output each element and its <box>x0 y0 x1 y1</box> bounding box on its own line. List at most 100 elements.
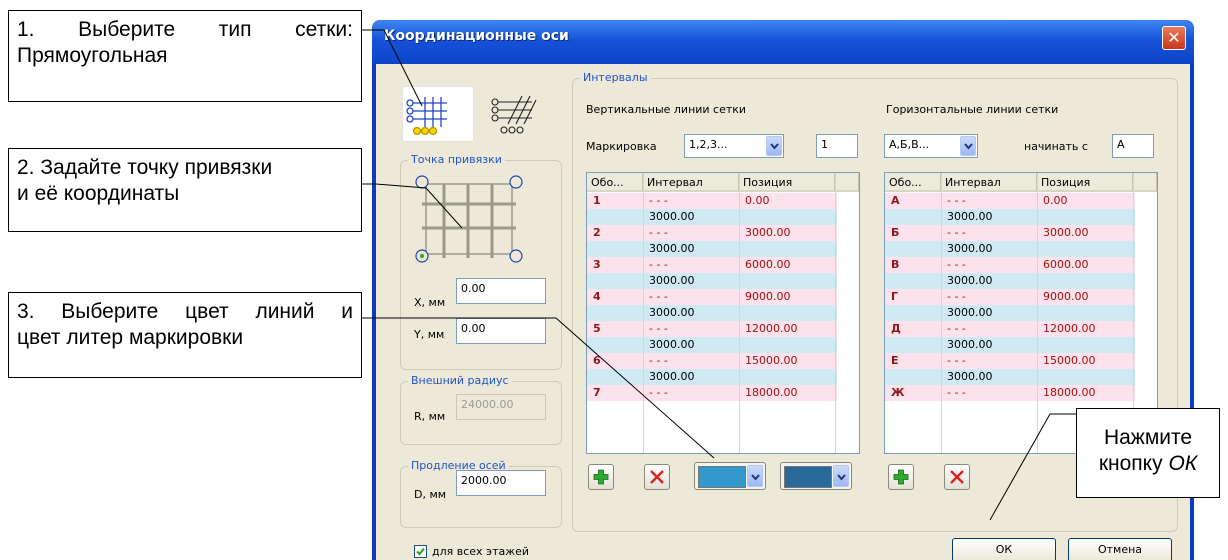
dialog-window: Координационные оси ✕ Точка привязки X, … <box>372 20 1194 560</box>
rectangular-grid-icon <box>406 97 447 136</box>
anchor-picker[interactable] <box>412 174 528 266</box>
horizontal-add-button[interactable] <box>888 464 914 490</box>
col-header-filler <box>1133 173 1157 192</box>
d-field[interactable]: 2000.00 <box>456 470 546 496</box>
row-mark: Д <box>891 322 901 335</box>
vertical-title: Вертикальные линии сетки <box>586 103 747 116</box>
x-label: X, мм <box>414 296 446 309</box>
row-mark: 2 <box>593 226 601 239</box>
table-row[interactable]: 4 - - - 9000.00 <box>587 289 837 305</box>
row-mark: Е <box>891 354 899 367</box>
table-row[interactable]: 7 - - - 18000.00 <box>587 385 837 401</box>
vertical-add-button[interactable] <box>588 464 614 490</box>
line-color-swatch <box>698 466 746 488</box>
table-row-interval[interactable]: 3000.00 <box>587 337 837 353</box>
col-header-position[interactable]: Позиция <box>739 173 835 192</box>
row-position: 15000.00 <box>745 354 798 367</box>
table-row[interactable]: Б - - - 3000.00 <box>885 225 1135 241</box>
horizontal-marking-dropdown[interactable] <box>960 136 976 156</box>
x-field[interactable]: 0.00 <box>456 278 546 304</box>
callout-anchor-line2: и её координаты <box>17 182 180 205</box>
vertical-start-field[interactable]: 1 <box>816 134 858 158</box>
all-floors-checkbox[interactable] <box>414 545 427 558</box>
row-position: 3000.00 <box>1043 226 1089 239</box>
table-row-interval[interactable]: 3000.00 <box>885 273 1135 289</box>
row-interval: - - - <box>947 194 966 207</box>
row-mark: В <box>891 258 900 271</box>
col-header-mark[interactable]: Обо... <box>885 173 941 192</box>
grid-type-rect-option[interactable] <box>402 86 474 142</box>
row-interval: - - - <box>649 290 668 303</box>
table-row-interval[interactable]: 3000.00 <box>587 305 837 321</box>
dialog-client: Точка привязки X, мм 0.00 Y, мм 0.00 Вне… <box>376 64 1190 560</box>
table-row[interactable]: Г - - - 9000.00 <box>885 289 1135 305</box>
table-row[interactable]: 6 - - - 15000.00 <box>587 353 837 369</box>
vertical-marking-dropdown[interactable] <box>766 136 782 156</box>
intervals-legend: Интервалы <box>580 71 651 84</box>
table-row-interval[interactable]: 3000.00 <box>587 369 837 385</box>
table-row-interval[interactable]: 3000.00 <box>885 337 1135 353</box>
table-row-interval[interactable]: 3000.00 <box>885 369 1135 385</box>
close-button[interactable]: ✕ <box>1162 26 1186 50</box>
row-between: 3000.00 <box>947 370 993 383</box>
row-mark: Б <box>891 226 900 239</box>
ok-button[interactable]: ОК <box>952 538 1056 560</box>
column-divider <box>941 173 942 453</box>
col-header-interval[interactable]: Интервал <box>643 173 739 192</box>
table-row-interval[interactable]: 3000.00 <box>885 209 1135 225</box>
table-row-interval[interactable]: 3000.00 <box>885 305 1135 321</box>
line-color-picker[interactable] <box>694 462 766 490</box>
table-row-interval[interactable]: 3000.00 <box>587 241 837 257</box>
horizontal-delete-button[interactable] <box>944 464 970 490</box>
row-mark: Г <box>891 290 899 303</box>
title-bar[interactable]: Координационные оси ✕ <box>372 20 1194 64</box>
r-field: 24000.00 <box>456 394 546 420</box>
table-row-interval[interactable]: 3000.00 <box>885 241 1135 257</box>
plus-icon <box>893 469 909 485</box>
row-between: 3000.00 <box>649 210 695 223</box>
chevron-down-icon <box>964 143 973 150</box>
col-header-mark[interactable]: Обо... <box>587 173 643 192</box>
column-divider <box>643 173 644 453</box>
grid-type-skew-option[interactable] <box>488 88 542 138</box>
table-row[interactable]: 2 - - - 3000.00 <box>587 225 837 241</box>
vertical-delete-button[interactable] <box>644 464 670 490</box>
y-field[interactable]: 0.00 <box>456 318 546 344</box>
row-interval: - - - <box>649 194 668 207</box>
row-position: 9000.00 <box>1043 290 1089 303</box>
horizontal-marking-select[interactable]: А,Б,В... <box>884 134 978 158</box>
cancel-button[interactable]: Отмена <box>1068 538 1172 560</box>
table-row-interval[interactable]: 3000.00 <box>587 273 837 289</box>
anchor-legend: Точка привязки <box>408 153 505 166</box>
table-row[interactable]: 3 - - - 6000.00 <box>587 257 837 273</box>
table-row[interactable]: Д - - - 12000.00 <box>885 321 1135 337</box>
column-divider <box>1037 173 1038 453</box>
line-color-dropdown[interactable] <box>747 465 763 487</box>
table-row[interactable]: 1 - - - 0.00 <box>587 193 837 209</box>
callout-colors: 3. Выберите цвет линий и цвет литер марк… <box>8 292 362 378</box>
row-position: 18000.00 <box>745 386 798 399</box>
checkmark-icon <box>416 547 425 556</box>
table-row[interactable]: А - - - 0.00 <box>885 193 1135 209</box>
table-row[interactable]: 5 - - - 12000.00 <box>587 321 837 337</box>
table-row[interactable]: В - - - 6000.00 <box>885 257 1135 273</box>
col-header-interval[interactable]: Интервал <box>941 173 1037 192</box>
row-position: 18000.00 <box>1043 386 1096 399</box>
vertical-lines-table[interactable]: Обо... Интервал Позиция 1 - - - 0.00 3000.0… <box>586 172 860 454</box>
table-row-interval[interactable]: 3000.00 <box>587 209 837 225</box>
label-color-dropdown[interactable] <box>833 465 849 487</box>
row-between: 3000.00 <box>947 274 993 287</box>
callout-grid-type-line1: 1. Выберите тип сетки: <box>17 18 353 41</box>
table-row[interactable]: Е - - - 15000.00 <box>885 353 1135 369</box>
row-position: 6000.00 <box>1043 258 1089 271</box>
label-color-picker[interactable] <box>780 462 852 490</box>
table-row[interactable]: Ж - - - 18000.00 <box>885 385 1135 401</box>
horizontal-start-field[interactable]: А <box>1112 134 1154 158</box>
horizontal-title: Горизонтальные линии сетки <box>886 103 1059 116</box>
vertical-marking-select[interactable]: 1,2,3... <box>684 134 784 158</box>
row-interval: - - - <box>649 226 668 239</box>
row-position: 15000.00 <box>1043 354 1096 367</box>
start-with-label: начинать с <box>1024 140 1088 153</box>
col-header-position[interactable]: Позиция <box>1037 173 1133 192</box>
row-position: 12000.00 <box>1043 322 1096 335</box>
